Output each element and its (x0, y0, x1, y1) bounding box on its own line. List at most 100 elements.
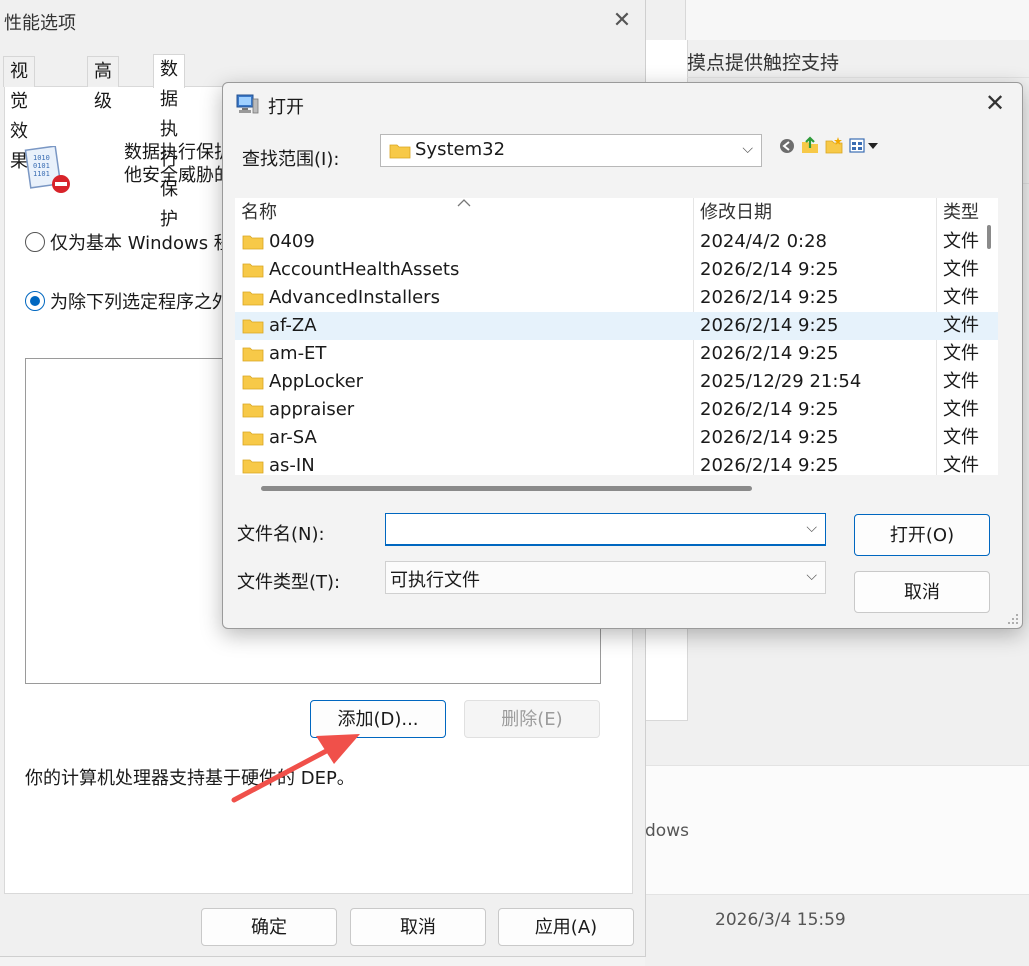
file-row[interactable]: af-ZA 2026/2/14 9:25 文件 (235, 312, 998, 340)
file-date: 2026/2/14 9:25 (700, 343, 839, 364)
file-date: 2025/12/29 21:54 (700, 371, 862, 392)
filetype-select[interactable]: 可执行文件 ⌵ (385, 561, 826, 594)
back-icon[interactable] (779, 138, 795, 154)
file-type: 文件 (943, 455, 979, 475)
timestamp: 2026/3/4 15:59 (715, 910, 846, 930)
file-name: AppLocker (269, 371, 364, 392)
file-date: 2024/4/2 0:28 (700, 231, 827, 252)
file-type: 文件 (943, 287, 979, 308)
column-header-modified[interactable]: 修改日期 (700, 198, 772, 228)
chevron-down-icon: ⌵ (806, 568, 817, 584)
dep-shield-icon: 1010 0101 1101 (24, 146, 70, 193)
up-folder-icon[interactable] (801, 136, 819, 154)
open-button[interactable]: 打开(O) (854, 514, 990, 556)
folder-icon (242, 291, 264, 306)
column-header-name[interactable]: 名称 (241, 198, 277, 228)
file-list[interactable]: 名称 修改日期 类型 0409 2024/4/2 0:28 文件 AccountHea… (235, 198, 998, 475)
sort-ascending-icon (457, 199, 471, 207)
file-name: AdvancedInstallers (269, 287, 440, 308)
file-type: 文件 (943, 427, 979, 448)
dialog-title: 打开 (268, 97, 304, 118)
new-folder-icon[interactable] (825, 136, 843, 154)
file-name: AccountHealthAssets (269, 259, 460, 280)
remove-button[interactable]: 删除(E) (464, 700, 600, 738)
look-in-label: 查找范围(I): (242, 149, 340, 170)
radio-all-except-selected[interactable] (25, 291, 45, 311)
close-icon[interactable]: ✕ (608, 8, 636, 33)
filename-input[interactable] (390, 517, 794, 543)
svg-text:0101: 0101 (33, 162, 50, 170)
file-date: 2026/2/14 9:25 (700, 315, 839, 336)
divider (687, 77, 1029, 78)
file-row[interactable]: AppLocker 2025/12/29 21:54 文件 (235, 368, 998, 396)
svg-text:1101: 1101 (33, 170, 50, 178)
tab-advanced[interactable]: 高级 (87, 56, 119, 112)
background-lower-panel (645, 765, 1029, 895)
folder-icon (242, 319, 264, 334)
filename-combo[interactable]: ⌵ (385, 513, 826, 546)
file-name: af-ZA (269, 315, 317, 336)
file-name: 0409 (269, 231, 315, 252)
filetype-value: 可执行文件 (390, 570, 480, 591)
folder-icon (242, 235, 264, 250)
file-row[interactable]: ar-SA 2026/2/14 9:25 文件 (235, 424, 998, 452)
dep-description: 数据执行保护 他安全威胁的 (124, 141, 232, 187)
apply-button[interactable]: 应用(A) (498, 908, 634, 946)
file-row[interactable]: appraiser 2026/2/14 9:25 文件 (235, 396, 998, 424)
dialog-cancel-button[interactable]: 取消 (854, 571, 990, 613)
file-date: 2026/2/14 9:25 (700, 287, 839, 308)
folder-icon (242, 403, 264, 418)
file-type: 文件 (943, 259, 979, 280)
file-date: 2026/2/14 9:25 (700, 427, 839, 448)
file-type: 文件 (943, 231, 979, 252)
folder-icon (242, 263, 264, 278)
tab-visual-effects[interactable]: 视觉效果 (3, 56, 35, 172)
folder-icon (389, 144, 411, 159)
svg-text:1010: 1010 (33, 154, 50, 162)
ok-button[interactable]: 确定 (201, 908, 337, 946)
touch-support-text: 摸点提供触控支持 (687, 52, 840, 74)
file-name: as-IN (269, 455, 315, 475)
file-name: am-ET (269, 343, 327, 364)
file-type: 文件 (943, 399, 979, 420)
background-topbar (685, 0, 1029, 40)
radio-all-except-label: 为除下列选定程序之外 (50, 292, 230, 313)
close-icon[interactable]: ✕ (985, 89, 1005, 117)
horizontal-scrollbar-thumb[interactable] (261, 486, 752, 491)
description-line: 他安全威胁的 (124, 165, 232, 186)
red-arrow-annotation (231, 734, 360, 803)
file-row[interactable]: AccountHealthAssets 2026/2/14 9:25 文件 (235, 256, 998, 284)
tab-data-execution-prevention[interactable]: 数据执行保护 (153, 54, 185, 230)
column-header-type[interactable]: 类型 (943, 198, 979, 228)
window-title: 性能选项 (4, 13, 76, 34)
folder-icon (242, 375, 264, 390)
file-row[interactable]: 0409 2024/4/2 0:28 文件 (235, 228, 998, 256)
filename-label: 文件名(N): (237, 524, 325, 545)
file-type: 文件 (943, 315, 979, 336)
filetype-label: 文件类型(T): (237, 572, 341, 593)
vertical-scrollbar-thumb[interactable] (987, 225, 991, 249)
file-date: 2026/2/14 9:25 (700, 259, 839, 280)
file-name: ar-SA (269, 427, 317, 448)
computer-icon (236, 94, 259, 114)
chevron-down-icon: ⌵ (742, 141, 753, 157)
folder-icon (242, 347, 264, 362)
file-date: 2026/2/14 9:25 (700, 455, 839, 475)
folder-icon (242, 459, 264, 474)
file-type: 文件 (943, 343, 979, 364)
file-name: appraiser (269, 399, 355, 420)
chevron-down-icon[interactable]: ⌵ (806, 520, 817, 536)
cancel-button[interactable]: 取消 (350, 908, 486, 946)
file-date: 2026/2/14 9:25 (700, 399, 839, 420)
view-menu-icon[interactable] (849, 138, 881, 154)
open-file-dialog: 打开 ✕ 查找范围(I): System32 ⌵ 名称 修改日期 类型 0409… (222, 82, 1023, 629)
file-row[interactable]: as-IN 2026/2/14 9:25 文件 (235, 452, 998, 475)
resize-grip-icon[interactable] (1007, 613, 1019, 625)
folder-icon (242, 431, 264, 446)
file-row[interactable]: am-ET 2026/2/14 9:25 文件 (235, 340, 998, 368)
windows-text: dows (645, 821, 689, 841)
radio-basic-windows[interactable] (25, 232, 45, 252)
look-in-combo[interactable]: System32 ⌵ (380, 134, 762, 167)
file-row[interactable]: AdvancedInstallers 2026/2/14 9:25 文件 (235, 284, 998, 312)
description-line: 数据执行保护 (124, 142, 232, 163)
